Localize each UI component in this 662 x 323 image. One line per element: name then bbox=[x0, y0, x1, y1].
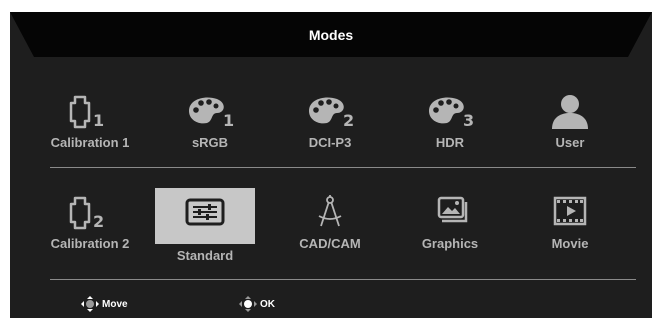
mode-calibration-1[interactable]: 1 Calibration 1 bbox=[40, 87, 140, 163]
mode-srgb[interactable]: 1 sRGB bbox=[160, 87, 260, 163]
hint-ok: OK bbox=[238, 296, 275, 312]
calibration-icon: 1 bbox=[69, 95, 104, 129]
mode-label: CAD/CAM bbox=[299, 236, 361, 251]
mode-label: Calibration 2 bbox=[50, 236, 130, 251]
hint-ok-label: OK bbox=[260, 298, 275, 310]
mode-user[interactable]: User bbox=[520, 87, 620, 163]
divider bbox=[50, 167, 636, 168]
joystick-icon bbox=[81, 296, 99, 312]
page-title: Modes bbox=[34, 12, 628, 57]
hint-move-label: Move bbox=[102, 298, 128, 310]
mode-badge: 2 bbox=[93, 212, 104, 230]
palette-icon: 2 bbox=[309, 97, 354, 129]
mode-badge: 3 bbox=[463, 111, 474, 129]
mode-graphics[interactable]: Graphics bbox=[400, 188, 500, 264]
compass-icon bbox=[318, 195, 342, 227]
mode-calibration-2[interactable]: 2 Calibration 2 bbox=[40, 188, 140, 264]
mode-badge: 2 bbox=[343, 111, 354, 129]
hint-move: Move bbox=[80, 296, 128, 312]
mode-cad-cam[interactable]: CAD/CAM bbox=[280, 188, 380, 264]
mode-movie[interactable]: Movie bbox=[520, 188, 620, 264]
calibration-icon: 2 bbox=[69, 196, 104, 230]
mode-label: Calibration 1 bbox=[50, 135, 130, 150]
user-icon bbox=[552, 95, 588, 129]
joystick-press-icon bbox=[239, 296, 257, 312]
mode-label: DCI-P3 bbox=[308, 135, 352, 150]
image-icon bbox=[437, 196, 468, 223]
sliders-icon bbox=[185, 198, 225, 226]
mode-dci-p3[interactable]: 2 DCI-P3 bbox=[280, 87, 380, 163]
footer-hints: Move OK bbox=[80, 292, 380, 316]
mode-row-2: 2 Calibration 2 Standard CAD/CAM Graphic… bbox=[40, 188, 620, 268]
title-bar-left-wing bbox=[10, 12, 34, 57]
palette-icon: 1 bbox=[189, 97, 234, 129]
mode-hdr[interactable]: 3 HDR bbox=[400, 87, 500, 163]
palette-icon: 3 bbox=[429, 97, 474, 129]
mode-row-1: 1 Calibration 1 1 sRGB 2 DCI-P3 3 HDR Us… bbox=[40, 87, 620, 167]
mode-label: User bbox=[555, 135, 585, 150]
mode-label: Movie bbox=[551, 236, 589, 251]
mode-badge: 1 bbox=[223, 111, 234, 129]
mode-label: Graphics bbox=[421, 236, 479, 251]
mode-label: HDR bbox=[435, 135, 465, 150]
osd-panel: Modes 1 Calibration 1 1 sRGB 2 DCI-P3 3 … bbox=[10, 12, 652, 318]
divider bbox=[50, 279, 636, 280]
title-bar-right-wing bbox=[628, 12, 652, 57]
mode-label: sRGB bbox=[191, 135, 229, 150]
mode-label: Standard bbox=[176, 248, 234, 263]
film-icon bbox=[553, 196, 587, 226]
mode-badge: 1 bbox=[93, 111, 104, 129]
mode-standard[interactable]: Standard bbox=[155, 188, 255, 263]
